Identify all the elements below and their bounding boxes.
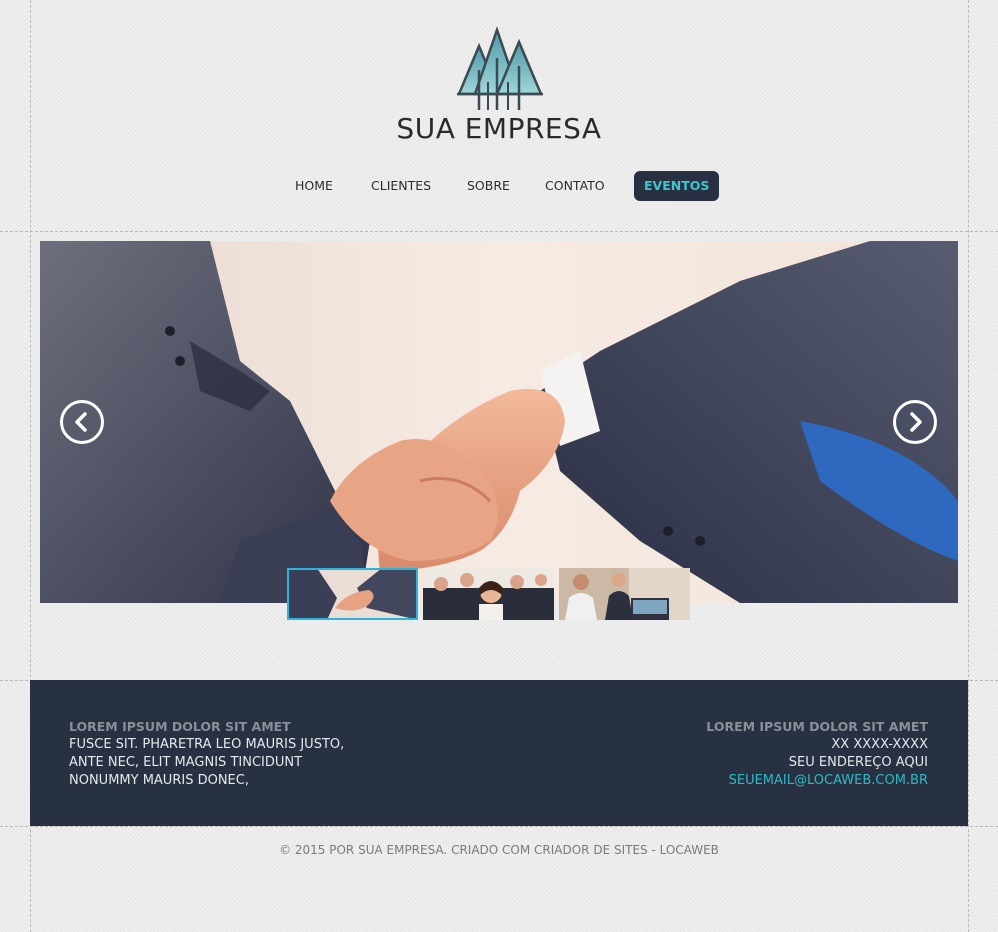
thumbnail-image — [423, 568, 554, 620]
thumbnail-business-team[interactable] — [423, 568, 554, 620]
brand-name[interactable]: SUA EMPRESA — [0, 112, 998, 145]
footer-about-line: FUSCE SIT. PHARETRA LEO MAURIS JUSTO, — [69, 737, 345, 752]
slider-next-button[interactable] — [893, 400, 937, 444]
footer-contact: LOREM IPSUM DOLOR SIT AMET XX XXXX-XXXX … — [706, 718, 928, 790]
slide-image-handshake — [40, 241, 958, 603]
nav-item-sobre[interactable]: SOBRE — [467, 171, 510, 201]
nav-item-eventos[interactable]: EVENTOS — [634, 171, 720, 201]
footer-email-link[interactable]: SEUEMAIL@LOCAWEB.COM.BR — [706, 772, 928, 790]
image-slider — [40, 241, 958, 603]
chevron-left-icon — [75, 412, 87, 432]
chevron-right-icon — [910, 412, 922, 432]
footer-contact-heading: LOREM IPSUM DOLOR SIT AMET — [706, 719, 928, 734]
nav-item-home[interactable]: HOME — [295, 171, 333, 201]
footer-about-heading: LOREM IPSUM DOLOR SIT AMET — [69, 719, 291, 734]
copyright-text: © 2015 POR SUA EMPRESA. CRIADO COM CRIAD… — [279, 843, 719, 857]
nav-item-clientes[interactable]: CLIENTES — [371, 171, 431, 201]
footer-phone: XX XXXX-XXXX — [831, 737, 928, 752]
trees-icon[interactable] — [449, 24, 549, 114]
slider-prev-button[interactable] — [60, 400, 104, 444]
footer-about-line: NONUMMY MAURIS DONEC, — [69, 773, 249, 788]
thumbnail-office-meeting[interactable] — [559, 568, 690, 620]
thumbnail-handshake[interactable] — [287, 568, 418, 620]
footer-address: SEU ENDEREÇO AQUI — [788, 755, 928, 770]
thumbnail-image — [559, 568, 690, 620]
layout-guide — [0, 826, 998, 827]
footer-about: LOREM IPSUM DOLOR SIT AMET FUSCE SIT. PH… — [69, 718, 344, 790]
footer-about-line: ANTE NEC, ELIT MAGNIS TINCIDUNT — [69, 755, 303, 770]
main-nav: HOME CLIENTES SOBRE CONTATO EVENTOS — [0, 171, 998, 201]
nav-item-contato[interactable]: CONTATO — [545, 171, 605, 201]
layout-guide — [0, 231, 998, 232]
site-footer: LOREM IPSUM DOLOR SIT AMET FUSCE SIT. PH… — [30, 680, 968, 826]
thumbnail-image — [287, 568, 418, 620]
